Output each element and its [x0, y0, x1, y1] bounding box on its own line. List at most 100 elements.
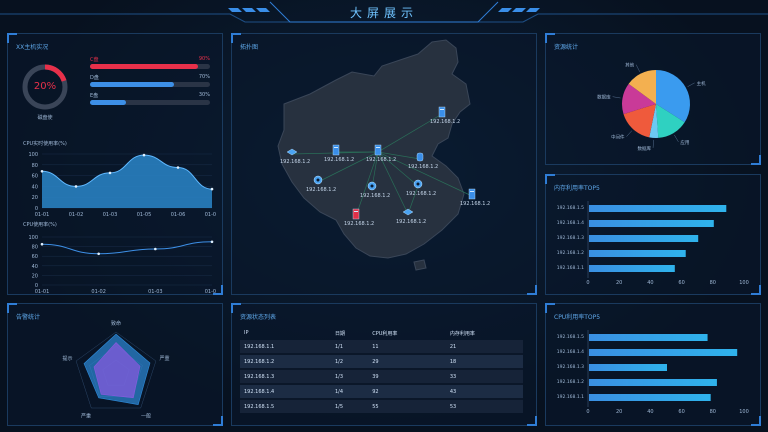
- table-cell: 33: [445, 368, 523, 384]
- data-point: [40, 169, 44, 173]
- disk-percent: 70%: [198, 74, 210, 80]
- disk-bar-fill: [90, 100, 126, 105]
- table-cell: 11: [372, 343, 379, 350]
- table-cell: 43: [445, 383, 523, 399]
- y-tick-label: 60: [32, 174, 38, 180]
- topology-node[interactable]: 192.168.1.2: [460, 188, 500, 210]
- bar-category-label: 192.168.1.2: [557, 379, 584, 385]
- panel-title: 资源状态列表: [240, 314, 277, 321]
- router-icon: [332, 144, 340, 156]
- radar-axis-label: 一般: [141, 412, 151, 419]
- topology-node-label: 192.168.1.2: [360, 193, 391, 199]
- bar[interactable]: [589, 334, 708, 341]
- x-tick-label: 80: [710, 280, 716, 286]
- table-row[interactable]: 192.168.1.1 1/1 11 21: [240, 340, 523, 354]
- bar[interactable]: [589, 205, 727, 212]
- table-column-header: IP: [244, 330, 249, 336]
- bar-category-label: 192.168.1.1: [557, 394, 584, 400]
- x-tick-label: 01-06: [171, 212, 186, 218]
- topology-node[interactable]: 192.168.1.2: [406, 178, 446, 200]
- topology-node[interactable]: 192.168.1.2: [430, 106, 470, 128]
- table-cell: 1/1: [334, 343, 344, 350]
- topology-node[interactable]: 192.168.1.2: [324, 144, 364, 166]
- bar[interactable]: [589, 250, 686, 257]
- database-icon: [416, 152, 424, 162]
- resource-panel: 资源统计 主机 应用 数据库 中间件 数据库 其他: [545, 33, 761, 165]
- cpu-top-bar-chart: 192.168.1.5 192.168.1.4 192.168.1.3 192.168…: [557, 330, 749, 415]
- gauge-caption: 磁盘使: [37, 115, 53, 121]
- topology-node[interactable]: 192.168.1.2: [396, 206, 436, 228]
- pie-label-line: [674, 134, 679, 142]
- x-tick-label: 40: [647, 409, 653, 415]
- x-tick-label: 01-07: [205, 212, 216, 218]
- bar[interactable]: [589, 349, 738, 356]
- disk-bar-row: D盘 70%: [90, 74, 210, 88]
- table-cell: 192.168.1.1: [244, 343, 275, 350]
- topology-node[interactable]: 192.168.1.2: [408, 151, 448, 173]
- table-cell: 1/5: [330, 398, 369, 413]
- table-row[interactable]: 192.168.1.4 1/4 92 43: [240, 383, 523, 399]
- y-tick-label: 60: [32, 254, 38, 260]
- x-tick-label: 60: [678, 280, 684, 286]
- server-icon: [374, 144, 382, 156]
- x-tick-label: 01-05: [137, 212, 152, 218]
- data-point: [97, 252, 100, 256]
- x-tick-label: 01-03: [148, 289, 163, 293]
- data-point: [210, 240, 214, 244]
- bar[interactable]: [589, 379, 717, 386]
- mem-top-bar-chart: 192.168.1.5 192.168.1.4 192.168.1.3 192.168…: [557, 201, 749, 286]
- panel-title: XX主机实况: [16, 44, 49, 51]
- y-tick-label: 40: [32, 184, 38, 190]
- topology-node-label: 192.168.1.2: [366, 157, 397, 163]
- bar-category-label: 192.168.1.1: [557, 265, 584, 271]
- topology-node-label: 192.168.1.2: [430, 119, 461, 125]
- bar[interactable]: [589, 394, 711, 401]
- x-tick-label: 01-02: [91, 289, 106, 293]
- topology-node-label: 192.168.1.2: [396, 219, 427, 225]
- bar[interactable]: [589, 265, 675, 272]
- topology-node[interactable]: 192.168.1.2: [280, 146, 320, 168]
- topology-node-label: 192.168.1.2: [306, 187, 337, 193]
- topology-node[interactable]: 192.168.1.2: [360, 180, 400, 202]
- table-cell: 92: [368, 383, 446, 399]
- x-tick-label: 20: [616, 280, 622, 286]
- x-tick-label: 60: [678, 409, 684, 415]
- table-cell: 1/4: [330, 383, 369, 399]
- table-cell: 192.168.1.2: [240, 353, 331, 369]
- bar[interactable]: [589, 220, 714, 227]
- topology-node[interactable]: 192.168.1.2: [344, 208, 384, 230]
- disk-percent: 90%: [198, 56, 210, 62]
- table-row[interactable]: 192.168.1.2 1/2 29 18: [240, 353, 523, 369]
- topology-node[interactable]: 192.168.1.2: [306, 174, 346, 196]
- data-point: [74, 185, 78, 188]
- x-tick-label: 01-05: [205, 289, 216, 293]
- server-icon: [468, 188, 476, 200]
- host-monitor-panel: XX主机实况 20% 磁盘使 C盘 90% D盘 70% E盘 30% CPU实时使用率(…: [7, 33, 223, 295]
- data-point: [154, 247, 157, 251]
- table-column-header: 内存利用率: [449, 330, 475, 337]
- data-point: [40, 242, 44, 246]
- topology-node-label: 192.168.1.2: [344, 221, 375, 227]
- table-row[interactable]: 192.168.1.3 1/3 39 33: [240, 368, 523, 384]
- topology-panel: 拓扑图 192.168.1.2 192.168.1.2 192.168.1.2 192…: [231, 33, 537, 295]
- y-tick-label: 80: [32, 245, 38, 251]
- cpu-line-chart: 10080604020001-0101-0201-0301-05: [28, 235, 216, 293]
- x-tick-label: 100: [739, 409, 749, 415]
- bar[interactable]: [589, 364, 667, 371]
- cpu-area-chart: 10080604020001-01 01-02 01-03 01-05 01-06 01-…: [28, 152, 216, 218]
- topology-node-label: 192.168.1.2: [406, 191, 437, 197]
- disk-percent: 30%: [198, 92, 210, 98]
- bar[interactable]: [589, 235, 699, 242]
- disk-bar-fill: [90, 82, 174, 87]
- x-tick-label: 01-03: [103, 212, 118, 218]
- radar-axis-label: 严重: [81, 412, 91, 419]
- series-line: [41, 241, 213, 255]
- table-row[interactable]: 192.168.1.5 1/5 55 53: [240, 398, 523, 413]
- radar-axis-label: 提示: [62, 355, 72, 362]
- switch-icon: [402, 208, 414, 216]
- pie-label: 数据库: [597, 94, 611, 101]
- gear-icon: [313, 175, 323, 185]
- topology-node[interactable]: 192.168.1.2: [366, 144, 406, 166]
- x-tick-label: 40: [647, 280, 653, 286]
- table-cell: 29: [368, 353, 446, 369]
